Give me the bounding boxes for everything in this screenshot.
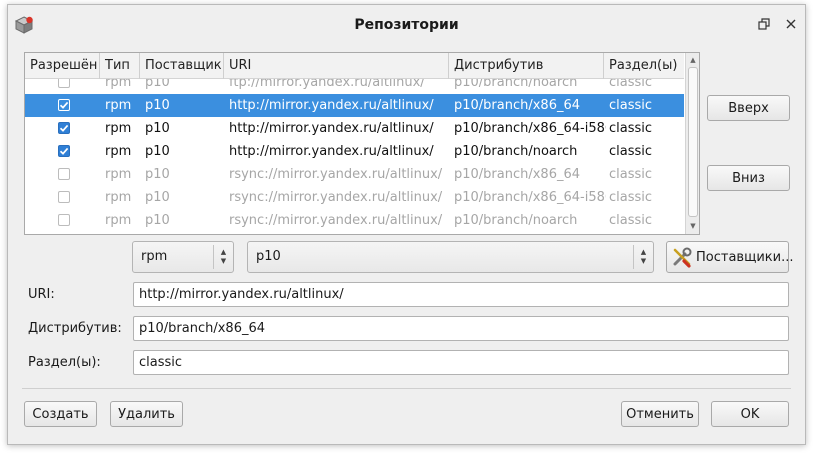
cell-type: rpm (105, 98, 132, 113)
table-row[interactable]: rpm p10 rsync://mirror.yandex.ru/altlinux/… (25, 186, 684, 209)
window-title: Репозитории (354, 17, 459, 33)
section-label: Раздел(ы): (28, 355, 101, 370)
cell-section: classic (609, 167, 653, 182)
cell-vendor: p10 (145, 79, 170, 90)
repositories-window: Репозитории Разрешён Тип Поставщик URI Д… (7, 4, 806, 445)
cell-vendor: p10 (145, 144, 170, 159)
vendor-combo[interactable]: p10 ▲ ▼ (247, 241, 654, 273)
cell-uri: rsync://mirror.yandex.ru/altlinux/ (229, 167, 443, 182)
table-row[interactable]: rpm p10 rsync://mirror.yandex.ru/altlinux/… (25, 163, 684, 186)
section-field[interactable]: classic (133, 350, 789, 375)
cell-vendor: p10 (145, 190, 170, 205)
scroll-down-icon[interactable]: ▼ (686, 219, 699, 233)
uri-field[interactable]: http://mirror.yandex.ru/altlinux/ (133, 282, 789, 307)
uri-label: URI: (28, 287, 55, 302)
ok-button[interactable]: OK (711, 401, 789, 427)
cancel-button[interactable]: Отменить (621, 401, 699, 427)
column-uri-header[interactable]: URI (224, 53, 449, 79)
cell-dist: p10/branch/x86_64 (454, 98, 581, 113)
cell-uri: ftp://mirror.yandex.ru/altlinux/ (229, 79, 425, 90)
cell-uri: rsync://mirror.yandex.ru/altlinux/ (229, 190, 443, 205)
column-dist-header[interactable]: Дистрибутив (449, 53, 604, 79)
vendor-combo-spinner-icon[interactable]: ▲ ▼ (633, 245, 653, 269)
column-section-header[interactable]: Раздел(ы) (604, 53, 684, 79)
close-icon[interactable] (782, 15, 800, 33)
cell-vendor: p10 (145, 213, 170, 228)
cell-uri: http://mirror.yandex.ru/altlinux/ (229, 98, 434, 113)
column-enabled-header[interactable]: Разрешён (25, 53, 100, 79)
tools-icon (671, 246, 693, 268)
cell-type: rpm (105, 190, 132, 205)
table-row[interactable]: rpm p10 http://mirror.yandex.ru/altlinux/p… (25, 140, 684, 163)
cell-vendor: p10 (145, 167, 170, 182)
move-down-button[interactable]: Вниз (707, 165, 790, 191)
repositories-table: Разрешён Тип Поставщик URI Дистрибутив Р… (24, 52, 700, 235)
cell-vendor: p10 (145, 121, 170, 136)
vendor-combo-value: p10 (256, 249, 281, 264)
table-scrollbar[interactable]: ▲ ▼ (685, 53, 699, 234)
cell-type: rpm (105, 167, 132, 182)
cell-dist: p10/branch/x86_64 (454, 167, 581, 182)
cell-uri: http://mirror.yandex.ru/altlinux/ (229, 144, 434, 159)
cell-dist: p10/branch/x86_64-i586 (454, 190, 606, 205)
table-body: rpm p10 ftp://mirror.yandex.ru/altlinux/p1… (25, 79, 684, 234)
create-button[interactable]: Создать (24, 401, 97, 427)
dist-label: Дистрибутив: (28, 321, 122, 336)
cell-type: rpm (105, 213, 132, 228)
cell-section: classic (609, 121, 653, 136)
delete-button[interactable]: Удалить (110, 401, 183, 427)
type-combo[interactable]: rpm ▲ ▼ (132, 241, 234, 273)
table-row[interactable]: rpm p10 rsync://mirror.yandex.ru/altlinux/… (25, 209, 684, 232)
cell-section: classic (609, 213, 653, 228)
cell-type: rpm (105, 144, 132, 159)
column-vendor-header[interactable]: Поставщик (140, 53, 224, 79)
vendors-button-label: Поставщики... (696, 249, 794, 265)
enabled-checkbox[interactable] (58, 214, 70, 226)
enabled-checkbox[interactable] (58, 122, 70, 134)
enabled-checkbox[interactable] (58, 168, 70, 180)
vendors-button[interactable]: Поставщики... (666, 241, 793, 273)
cell-type: rpm (105, 121, 132, 136)
footer-separator (22, 388, 791, 389)
cell-section: classic (609, 98, 653, 113)
table-row[interactable]: rpm p10 ftp://mirror.yandex.ru/altlinux/p1… (25, 79, 684, 94)
table-row[interactable]: rpm p10 http://mirror.yandex.ru/altlinux/p… (25, 94, 684, 117)
cell-vendor: p10 (145, 98, 170, 113)
cell-dist: p10/branch/noarch (454, 144, 578, 159)
type-combo-value: rpm (141, 249, 168, 264)
enabled-checkbox[interactable] (58, 191, 70, 203)
scroll-up-icon[interactable]: ▲ (686, 53, 699, 67)
cell-dist: p10/branch/x86_64-i586 (454, 121, 606, 136)
dist-field[interactable]: p10/branch/x86_64 (133, 316, 789, 341)
table-row[interactable]: rpm p10 http://mirror.yandex.ru/altlinux/p… (25, 117, 684, 140)
cell-dist: p10/branch/noarch (454, 79, 578, 90)
cell-section: classic (609, 190, 653, 205)
scrollbar-thumb[interactable] (688, 67, 698, 217)
cell-dist: p10/branch/noarch (454, 213, 578, 228)
cell-uri: http://mirror.yandex.ru/altlinux/ (229, 121, 434, 136)
restore-window-icon[interactable] (755, 15, 773, 33)
enabled-checkbox[interactable] (58, 99, 70, 111)
enabled-checkbox[interactable] (58, 79, 70, 88)
cell-uri: rsync://mirror.yandex.ru/altlinux/ (229, 213, 443, 228)
column-type-header[interactable]: Тип (100, 53, 140, 79)
enabled-checkbox[interactable] (58, 145, 70, 157)
table-header: Разрешён Тип Поставщик URI Дистрибутив Р… (25, 53, 684, 79)
title-bar: Репозитории (8, 5, 805, 45)
cell-section: classic (609, 144, 653, 159)
type-combo-spinner-icon[interactable]: ▲ ▼ (213, 245, 233, 269)
cell-section: classic (609, 79, 653, 90)
move-up-button[interactable]: Вверх (707, 95, 790, 121)
cell-type: rpm (105, 79, 132, 90)
